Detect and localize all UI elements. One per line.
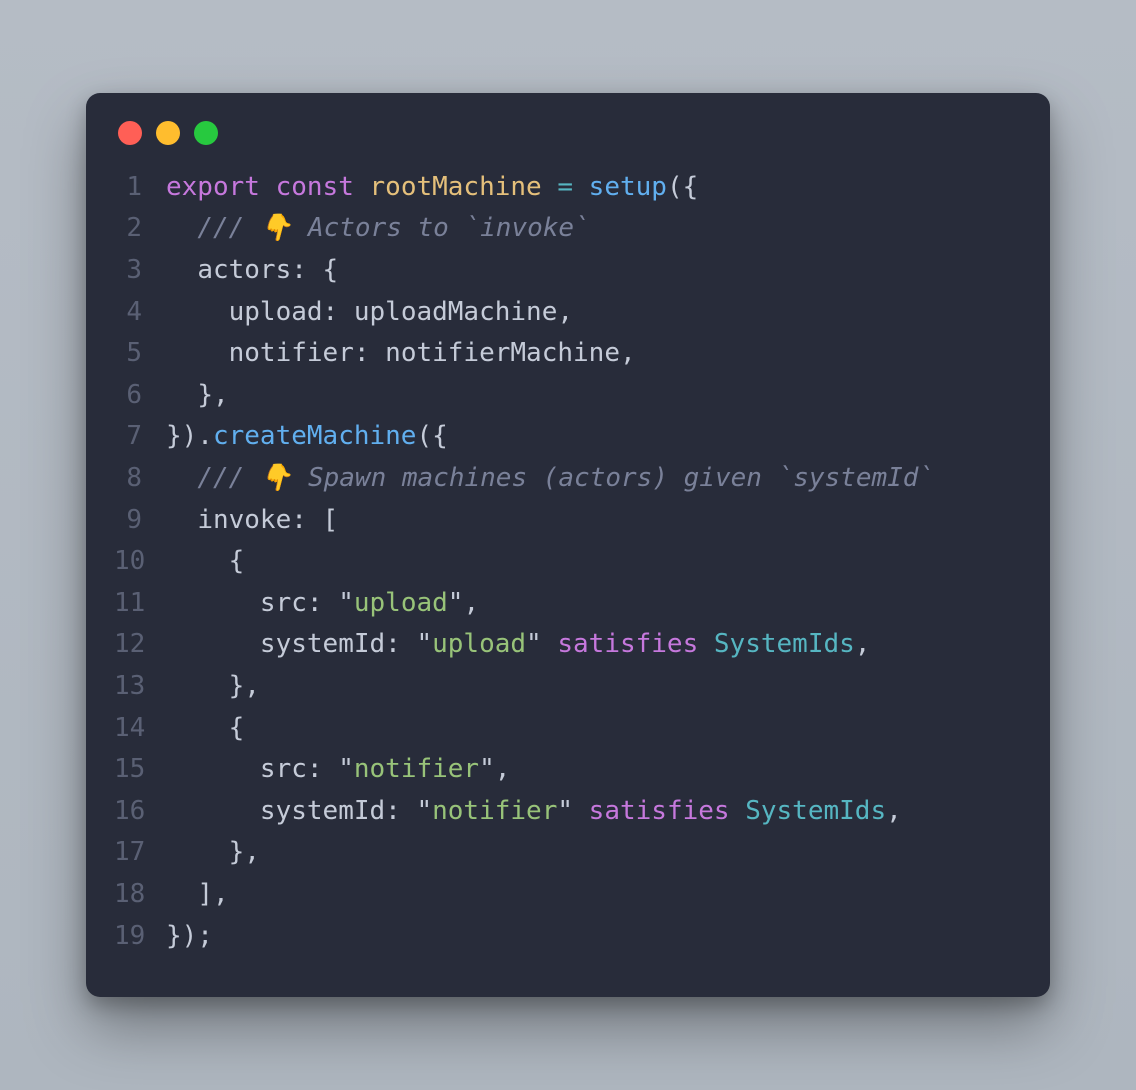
line-number: 16 [114, 791, 166, 833]
code-content: /// 👇 Spawn machines (actors) given `sys… [166, 458, 934, 500]
line-number: 18 [114, 874, 166, 916]
code-content: }, [166, 666, 260, 708]
code-line: 15 src: "notifier", [114, 749, 1022, 791]
code-content: src: "notifier", [166, 749, 510, 791]
line-number: 15 [114, 749, 166, 791]
code-content: ], [166, 874, 229, 916]
line-number: 11 [114, 583, 166, 625]
code-content: src: "upload", [166, 583, 479, 625]
code-line: 6 }, [114, 375, 1022, 417]
code-line: 7 }).createMachine({ [114, 416, 1022, 458]
line-number: 9 [114, 500, 166, 542]
line-number: 17 [114, 832, 166, 874]
code-content: invoke: [ [166, 500, 338, 542]
line-number: 4 [114, 292, 166, 334]
close-icon[interactable] [118, 121, 142, 145]
code-content: notifier: notifierMachine, [166, 333, 636, 375]
code-line: 8 /// 👇 Spawn machines (actors) given `s… [114, 458, 1022, 500]
code-content: systemId: "notifier" satisfies SystemIds… [166, 791, 902, 833]
code-content: systemId: "upload" satisfies SystemIds, [166, 624, 870, 666]
line-number: 7 [114, 416, 166, 458]
code-content: }).createMachine({ [166, 416, 448, 458]
code-line: 11 src: "upload", [114, 583, 1022, 625]
code-line: 3 actors: { [114, 250, 1022, 292]
code-line: 5 notifier: notifierMachine, [114, 333, 1022, 375]
code-line: 4 upload: uploadMachine, [114, 292, 1022, 334]
line-number: 6 [114, 375, 166, 417]
code-line: 10 { [114, 541, 1022, 583]
code-content: }, [166, 375, 229, 417]
code-block: 1 export const rootMachine = setup({ 2 /… [114, 167, 1022, 957]
maximize-icon[interactable] [194, 121, 218, 145]
code-line: 13 }, [114, 666, 1022, 708]
line-number: 2 [114, 208, 166, 250]
minimize-icon[interactable] [156, 121, 180, 145]
code-line: 2 /// 👇 Actors to `invoke` [114, 208, 1022, 250]
line-number: 13 [114, 666, 166, 708]
line-number: 12 [114, 624, 166, 666]
window-traffic-lights [114, 117, 1022, 167]
code-content: upload: uploadMachine, [166, 292, 573, 334]
line-number: 10 [114, 541, 166, 583]
code-line: 14 { [114, 708, 1022, 750]
code-line: 9 invoke: [ [114, 500, 1022, 542]
line-number: 1 [114, 167, 166, 209]
code-content: }, [166, 832, 260, 874]
code-content: actors: { [166, 250, 338, 292]
line-number: 8 [114, 458, 166, 500]
line-number: 5 [114, 333, 166, 375]
code-line: 19 }); [114, 916, 1022, 958]
code-window: 1 export const rootMachine = setup({ 2 /… [86, 93, 1050, 997]
code-line: 16 systemId: "notifier" satisfies System… [114, 791, 1022, 833]
code-line: 18 ], [114, 874, 1022, 916]
code-content: { [166, 541, 244, 583]
code-content: export const rootMachine = setup({ [166, 167, 698, 209]
code-line: 12 systemId: "upload" satisfies SystemId… [114, 624, 1022, 666]
line-number: 19 [114, 916, 166, 958]
line-number: 14 [114, 708, 166, 750]
code-content: }); [166, 916, 213, 958]
code-line: 1 export const rootMachine = setup({ [114, 167, 1022, 209]
code-content: /// 👇 Actors to `invoke` [166, 208, 590, 250]
code-line: 17 }, [114, 832, 1022, 874]
code-content: { [166, 708, 244, 750]
line-number: 3 [114, 250, 166, 292]
